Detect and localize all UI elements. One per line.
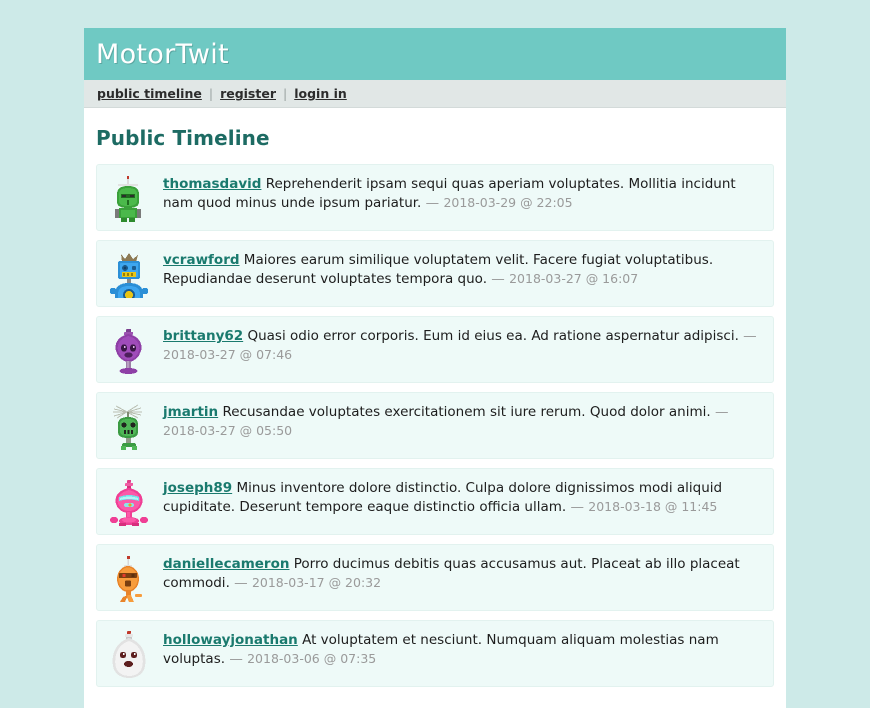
timeline-entry-text: Quasi odio error corporis. Eum id eius e…	[243, 328, 744, 344]
avatar-robot-purple-bulb	[105, 326, 153, 374]
timeline-entry-text: Recusandae voluptates exercitationem sit…	[218, 404, 715, 420]
timeline-entry-separator: —	[570, 499, 589, 516]
timeline-entry-separator: —	[234, 575, 252, 592]
timeline-entry-username[interactable]: daniellecameron	[163, 556, 289, 572]
timeline-entry: joseph89 Minus inventore dolore distinct…	[96, 468, 774, 535]
nav-separator: |	[283, 86, 288, 101]
timeline-entry-username[interactable]: brittany62	[163, 328, 243, 344]
timeline-entry-body: hollowayjonathan At voluptatem et nesciu…	[163, 629, 763, 669]
timeline-entry-body: jmartin Recusandae voluptates exercitati…	[163, 401, 763, 441]
timeline-entry: jmartin Recusandae voluptates exercitati…	[96, 392, 774, 459]
timeline-entry: brittany62 Quasi odio error corporis. Eu…	[96, 316, 774, 383]
timeline-entry-timestamp: 2018-03-27 @ 05:50	[163, 423, 293, 439]
timeline-entry-separator: —	[714, 404, 729, 420]
nav-separator: |	[208, 86, 214, 101]
timeline-entry-body: thomasdavid Reprehenderit ipsam sequi qu…	[163, 173, 763, 213]
timeline-entry: daniellecameron Porro ducimus debitis qu…	[96, 544, 774, 611]
page-title: Public Timeline	[96, 126, 270, 150]
nav-register[interactable]: register	[219, 86, 277, 101]
timeline-entry-timestamp: 2018-03-06 @ 07:35	[247, 651, 377, 667]
timeline-entry-separator: —	[229, 651, 248, 668]
timeline-entry-body: daniellecameron Porro ducimus debitis qu…	[163, 553, 763, 593]
page-body: Public Timeline thomasdavid Reprehenderi…	[84, 108, 786, 708]
timeline-entry-timestamp: 2018-03-17 @ 20:32	[251, 575, 382, 591]
nav-public-timeline[interactable]: public timeline	[96, 86, 203, 101]
site-header: MotorTwit	[84, 28, 786, 80]
navigation-bar: public timeline | register | login in	[84, 80, 786, 108]
timeline-entry-timestamp: 2018-03-27 @ 07:46	[163, 347, 293, 363]
timeline-list: thomasdavid Reprehenderit ipsam sequi qu…	[96, 164, 774, 687]
timeline-entry-timestamp: 2018-03-18 @ 11:45	[588, 499, 718, 515]
timeline-entry-body: brittany62 Quasi odio error corporis. Eu…	[163, 325, 763, 365]
avatar-robot-orange-oval	[105, 554, 153, 602]
timeline-entry-username[interactable]: thomasdavid	[163, 176, 261, 192]
timeline-entry-username[interactable]: joseph89	[163, 480, 232, 496]
timeline-entry-separator: —	[425, 195, 444, 212]
page-container: MotorTwit public timeline | register | l…	[84, 28, 786, 708]
timeline-entry-username[interactable]: hollowayjonathan	[163, 632, 298, 648]
site-title: MotorTwit	[96, 38, 229, 70]
timeline-entry-separator: —	[491, 271, 510, 288]
nav-login-in[interactable]: login in	[293, 86, 348, 101]
timeline-entry-separator: —	[743, 328, 757, 344]
avatar-robot-pink-visor	[105, 478, 153, 526]
timeline-entry: vcrawford Maiores earum similique volupt…	[96, 240, 774, 307]
avatar-robot-blue-box	[105, 250, 153, 298]
timeline-entry-username[interactable]: jmartin	[163, 404, 218, 420]
timeline-entry: hollowayjonathan At voluptatem et nesciu…	[96, 620, 774, 687]
timeline-entry-body: vcrawford Maiores earum similique volupt…	[163, 249, 763, 289]
timeline-entry-body: joseph89 Minus inventore dolore distinct…	[163, 477, 763, 517]
timeline-entry-timestamp: 2018-03-27 @ 16:07	[509, 271, 639, 287]
timeline-entry-username[interactable]: vcrawford	[163, 252, 240, 268]
timeline-entry: thomasdavid Reprehenderit ipsam sequi qu…	[96, 164, 774, 231]
avatar-robot-green-antenna	[105, 174, 153, 222]
timeline-entry-timestamp: 2018-03-29 @ 22:05	[443, 195, 573, 211]
avatar-robot-green-dish	[105, 402, 153, 450]
avatar-robot-white-dome	[105, 630, 153, 678]
